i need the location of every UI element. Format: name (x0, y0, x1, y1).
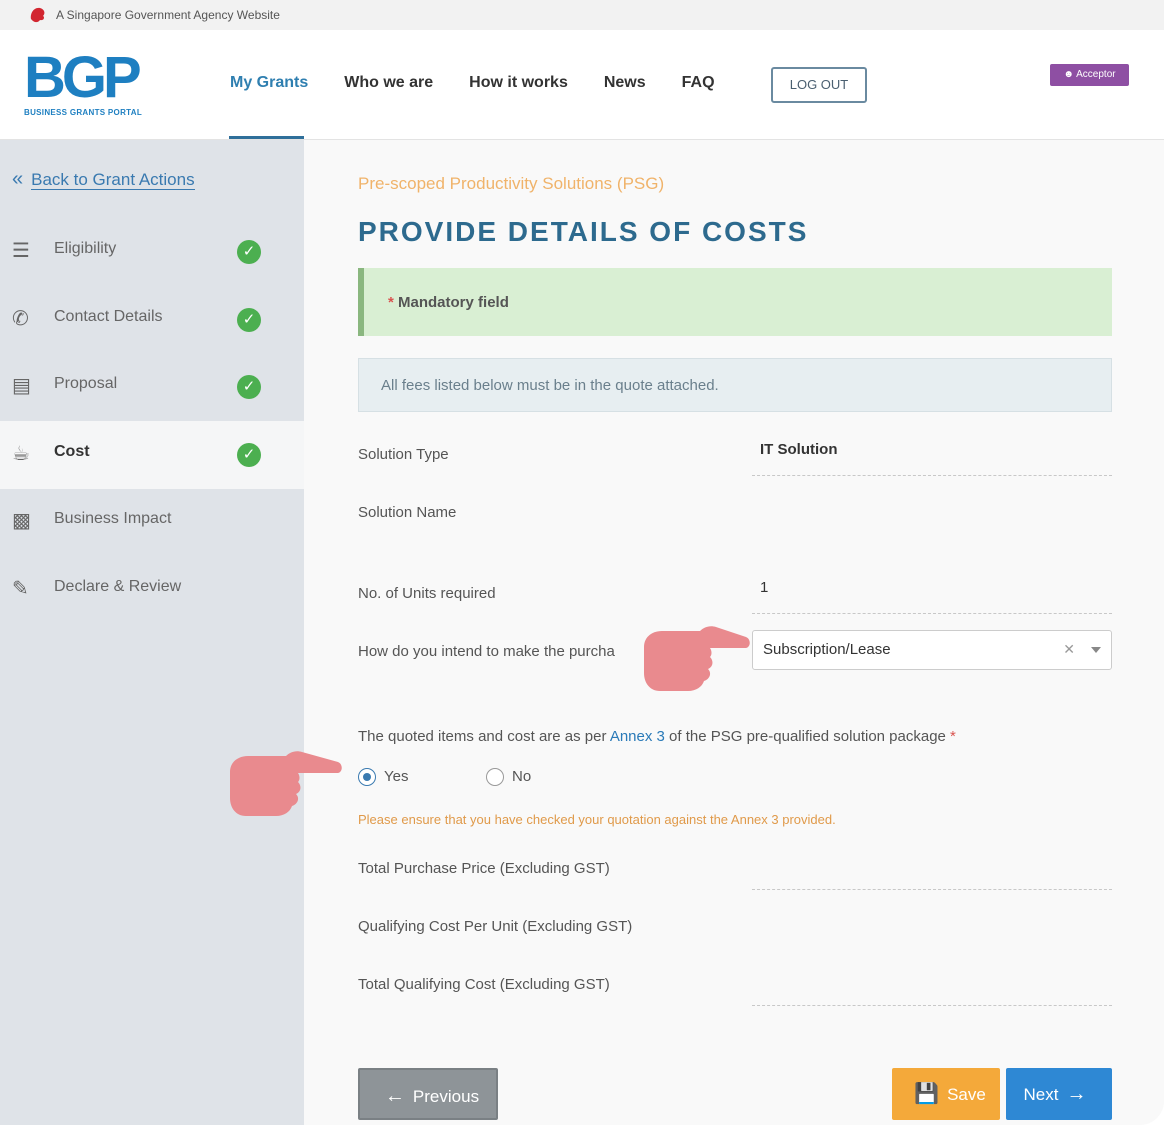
solution-name-label: Solution Name (358, 504, 457, 521)
solution-type-value: IT Solution (752, 436, 1112, 476)
mandatory-notice-text: Mandatory field (398, 294, 509, 311)
gov-banner-text: A Singapore Government Agency Website (56, 8, 280, 22)
check-circle-icon: ✓ (237, 443, 261, 467)
radio-yes[interactable]: Yes (358, 768, 409, 787)
save-label: Save (947, 1085, 986, 1104)
page-title: PROVIDE DETAILS OF COSTS (358, 216, 809, 247)
back-link-label: Back to Grant Actions (31, 170, 195, 190)
sidebar-step-label: Declare & Review (54, 578, 182, 595)
radio-circle-selected[interactable] (358, 768, 376, 787)
bgp-logo[interactable]: BGP BUSINESS GRANTS PORTAL (24, 45, 164, 118)
previous-label: Previous (412, 1087, 480, 1106)
nav-news[interactable]: News (604, 74, 646, 92)
info-notice-text: All fees listed below must be in the quo… (381, 377, 719, 394)
chart-icon: ▩ (12, 510, 31, 532)
purchase-method-value: Subscription/Lease (763, 641, 891, 658)
sidebar-step-label: Cost (54, 443, 90, 460)
annex-question-prefix: The quoted items and cost are as per (358, 728, 610, 745)
radio-circle[interactable] (486, 768, 504, 787)
nav-active-indicator (229, 136, 304, 139)
nav-who-we-are[interactable]: Who we are (344, 74, 433, 92)
site-header: BGP BUSINESS GRANTS PORTAL My Grants Who… (0, 30, 1164, 140)
annex-3-link[interactable]: Annex 3 (610, 728, 665, 745)
sidebar-step-declare-review[interactable]: ✎ Declare & Review (0, 556, 304, 622)
nav-how-it-works[interactable]: How it works (469, 74, 568, 92)
purchase-method-select[interactable]: Subscription/Lease ✕ (752, 630, 1112, 670)
app-frame: A Singapore Government Agency Website BG… (0, 0, 1164, 1125)
piggy-bank-icon: ☕ (12, 443, 30, 465)
total-purchase-price-label: Total Purchase Price (Excluding GST) (358, 860, 610, 877)
pointing-hand-icon (230, 751, 342, 816)
main-nav: My Grants Who we are How it works News F… (230, 74, 751, 92)
user-role-badge[interactable]: ☻ Acceptor (1050, 64, 1129, 86)
radio-no-label: No (512, 768, 532, 785)
save-button[interactable]: 💾 Save (892, 1068, 1000, 1120)
sidebar-step-business-impact[interactable]: ▩ Business Impact (0, 488, 304, 554)
required-asterisk: * (945, 728, 956, 745)
nav-my-grants[interactable]: My Grants (230, 74, 308, 92)
nav-faq[interactable]: FAQ (682, 74, 715, 92)
sidebar-step-label: Business Impact (54, 510, 172, 527)
units-required-field[interactable]: 1 (752, 574, 1112, 614)
sidebar-step-eligibility[interactable]: ☰ Eligibility ✓ (0, 218, 304, 284)
sidebar: « Back to Grant Actions ☰ Eligibility ✓ ✆… (0, 140, 304, 1125)
back-to-grant-actions-link[interactable]: « Back to Grant Actions (12, 168, 195, 191)
scheme-name: Pre-scoped Productivity Solutions (PSG) (358, 174, 665, 193)
sidebar-step-contact-details[interactable]: ✆ Contact Details ✓ (0, 286, 304, 352)
sidebar-step-cost[interactable]: ☕ Cost ✓ (0, 421, 304, 489)
info-notice: All fees listed below must be in the quo… (358, 358, 1112, 412)
total-qualifying-cost-field (752, 966, 1112, 1006)
lion-head-icon (30, 7, 45, 23)
check-circle-icon: ✓ (237, 240, 261, 264)
annex-question-suffix: of the PSG pre-qualified solution packag… (664, 728, 946, 745)
user-icon: ☻ (1063, 69, 1074, 80)
radio-no[interactable]: No (486, 768, 532, 787)
sidebar-step-label: Proposal (54, 375, 118, 392)
sidebar-step-proposal[interactable]: ▤ Proposal ✓ (0, 353, 304, 419)
qualifying-cost-per-unit-field (752, 908, 1112, 948)
check-circle-icon: ✓ (237, 375, 261, 399)
annex-warning: Please ensure that you have checked your… (358, 812, 836, 827)
units-required-label: No. of Units required (358, 585, 496, 602)
floppy-disk-icon: 💾 (914, 1083, 940, 1105)
next-label: Next (1023, 1085, 1059, 1104)
pen-icon: ✎ (12, 578, 29, 600)
previous-button[interactable]: ← Previous (358, 1068, 498, 1120)
next-button[interactable]: Next → (1006, 1068, 1112, 1120)
radio-yes-label: Yes (384, 768, 409, 785)
logo-mark: BGP (24, 45, 142, 110)
total-purchase-price-field[interactable] (752, 850, 1112, 890)
required-asterisk: * (388, 294, 399, 311)
document-icon: ▤ (12, 375, 31, 397)
pointing-hand-icon (644, 626, 750, 691)
qualifying-cost-per-unit-label: Qualifying Cost Per Unit (Excluding GST) (358, 918, 633, 935)
total-qualifying-cost-label: Total Qualifying Cost (Excluding GST) (358, 976, 610, 993)
list-icon: ☰ (12, 240, 30, 262)
arrow-right-icon: → (1066, 1083, 1087, 1105)
sidebar-step-label: Contact Details (54, 308, 163, 325)
solution-name-value (752, 494, 1112, 534)
logo-subtitle: BUSINESS GRANTS PORTAL (24, 108, 143, 117)
double-chevron-left-icon: « (12, 168, 24, 190)
clear-icon[interactable]: ✕ (1063, 641, 1075, 658)
user-role-label: Acceptor (1076, 69, 1116, 80)
purchase-method-label: How do you intend to make the purcha (358, 643, 615, 660)
gov-banner: A Singapore Government Agency Website (0, 0, 1164, 30)
logout-button[interactable]: LOG OUT (771, 67, 867, 103)
solution-type-label: Solution Type (358, 446, 449, 463)
phone-icon: ✆ (12, 308, 29, 330)
check-circle-icon: ✓ (237, 308, 261, 332)
chevron-down-icon[interactable] (1091, 647, 1101, 653)
mandatory-notice: * Mandatory field (358, 268, 1112, 336)
sidebar-step-label: Eligibility (54, 240, 117, 257)
annex-question: The quoted items and cost are as per Ann… (358, 728, 956, 745)
arrow-left-icon: ← (384, 1085, 405, 1107)
